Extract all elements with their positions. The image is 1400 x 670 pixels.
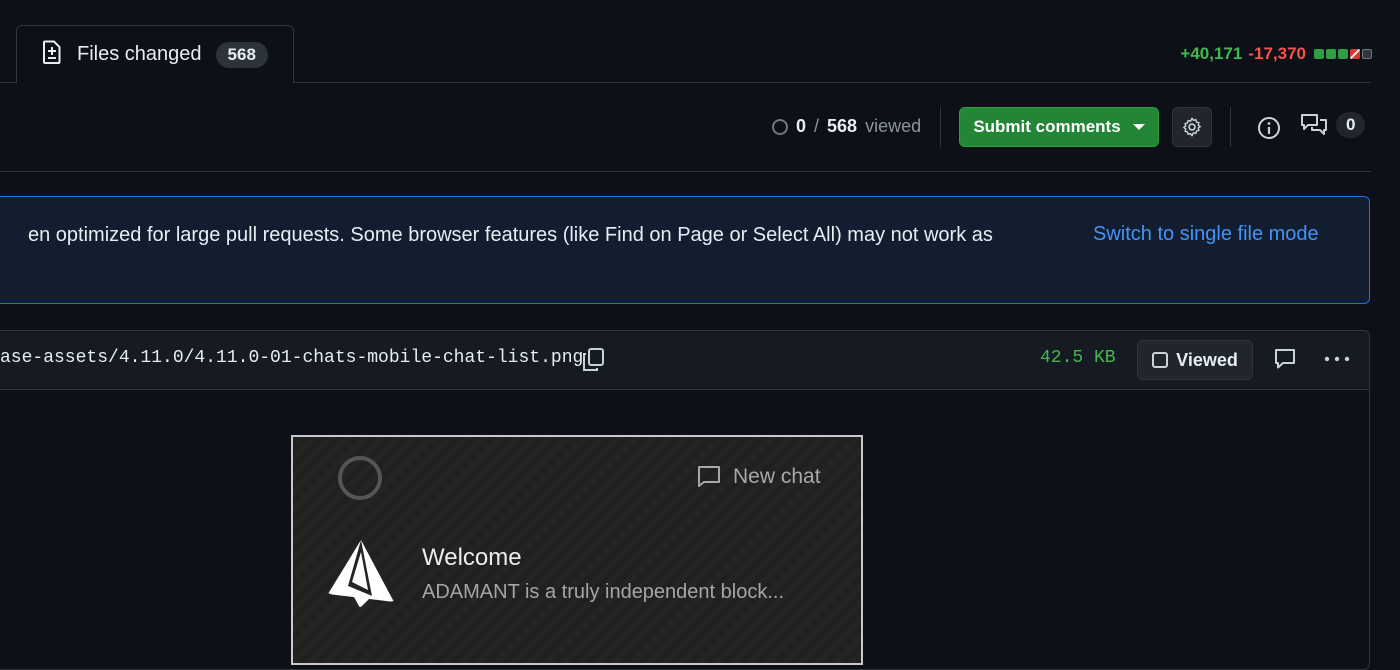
tab-files-changed-label: Files changed	[77, 43, 202, 65]
file-more-button[interactable]	[1323, 347, 1351, 371]
caret-down-icon	[1132, 124, 1145, 130]
viewed-checkbox	[1152, 352, 1169, 368]
preview-chat-title: Welcome	[422, 544, 522, 571]
viewed-count: 0	[796, 116, 807, 136]
comment-icon	[1275, 349, 1295, 369]
preview-chat-snippet: ADAMANT is a truly independent block...	[422, 581, 785, 603]
switch-single-file-link[interactable]: Switch to single file mode	[1093, 223, 1319, 246]
viewed-toggle-button[interactable]: Viewed	[1137, 340, 1253, 380]
comment-on-file-button[interactable]	[1273, 347, 1297, 371]
file-path[interactable]: ase-assets/4.11.0/4.11.0-01-chats-mobile…	[0, 348, 583, 368]
preview-new-chat-label: New chat	[733, 465, 821, 488]
tab-files-changed[interactable]: Files changed 568	[16, 25, 294, 83]
banner-message: en optimized for large pull requests. So…	[28, 224, 993, 246]
viewed-separator: /	[814, 116, 820, 136]
comments-count-badge: 0	[1336, 112, 1366, 138]
diffstat-bar	[1314, 49, 1372, 59]
preview-loading-ring-icon	[338, 456, 382, 500]
submit-comments-button[interactable]: Submit comments	[959, 107, 1159, 147]
large-pr-banner	[0, 196, 1370, 304]
files-count-badge: 568	[215, 41, 268, 68]
diffstat-block-delete	[1350, 49, 1360, 59]
preview-new-chat: New chat	[697, 465, 821, 489]
kebab-horizontal-icon	[1324, 356, 1350, 362]
conversations-button[interactable]: 0	[1300, 112, 1366, 138]
info-icon	[1258, 117, 1280, 139]
viewed-progress: 0 / 568 viewed	[772, 116, 921, 137]
comment-discussion-icon	[1301, 114, 1327, 135]
progress-ring-icon	[772, 118, 788, 135]
diffstat-block-add	[1326, 49, 1336, 59]
gear-icon	[1183, 117, 1201, 137]
diffstat-block-add	[1338, 49, 1348, 59]
diffstat-block-neutral	[1362, 49, 1372, 59]
copy-icon	[583, 348, 604, 371]
deletions-count: -17,370	[1248, 44, 1306, 63]
file-size: 42.5 KB	[1040, 348, 1116, 368]
submit-comments-label: Submit comments	[973, 117, 1121, 136]
copy-path-button[interactable]	[580, 346, 606, 374]
additions-count: +40,171	[1180, 44, 1243, 63]
viewed-label: Viewed	[1176, 349, 1238, 370]
settings-button[interactable]	[1172, 107, 1212, 147]
toolbar-divider-line	[0, 171, 1371, 172]
viewed-word: viewed	[865, 116, 922, 136]
toolbar-divider	[940, 107, 941, 147]
file-diff-icon	[41, 40, 63, 69]
diffstat: +40,171 -17,370	[1180, 44, 1372, 64]
preview-new-chat-icon	[698, 466, 720, 487]
info-button[interactable]	[1256, 115, 1282, 141]
adamant-logo-icon	[326, 538, 396, 615]
toolbar-divider	[1230, 107, 1231, 147]
diffstat-block-add	[1314, 49, 1324, 59]
viewed-total: 568	[827, 116, 858, 136]
